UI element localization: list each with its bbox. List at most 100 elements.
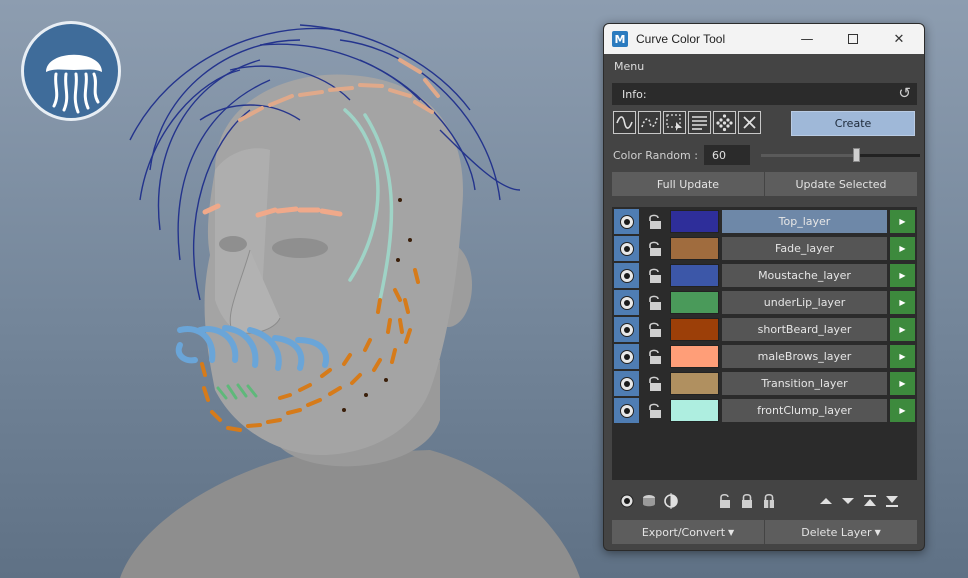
maximize-button[interactable] xyxy=(830,24,876,54)
stack-icon[interactable] xyxy=(640,492,658,510)
eye-icon[interactable] xyxy=(614,317,639,342)
maya-app-icon: M xyxy=(612,31,628,47)
layer-tools-bar xyxy=(612,492,917,512)
layer-color-swatch[interactable] xyxy=(670,372,719,395)
layer-name[interactable]: Fade_layer xyxy=(722,237,887,260)
layer-color-swatch[interactable] xyxy=(670,345,719,368)
unlock-icon[interactable] xyxy=(642,290,667,315)
menu-item-menu[interactable]: Menu xyxy=(614,60,644,73)
layer-name[interactable]: Transition_layer xyxy=(722,372,887,395)
eye-icon[interactable] xyxy=(614,263,639,288)
create-button[interactable]: Create xyxy=(791,111,915,136)
menu-bar: Menu xyxy=(604,54,924,78)
layer-row[interactable]: Fade_layer ▶ xyxy=(614,236,915,261)
eye-pupil xyxy=(619,403,634,418)
chevron-down-icon: ▼ xyxy=(728,527,735,537)
dotted-curve-icon[interactable] xyxy=(638,111,661,134)
eye-pupil xyxy=(619,349,634,364)
export-convert-button[interactable]: Export/Convert ▼ xyxy=(612,520,765,544)
jellyfish-logo-icon xyxy=(21,21,121,121)
layer-name[interactable]: Moustache_layer xyxy=(722,264,887,287)
unlock-icon[interactable] xyxy=(642,209,667,234)
layer-row[interactable]: underLip_layer ▶ xyxy=(614,290,915,315)
play-arrow-icon[interactable]: ▶ xyxy=(890,237,915,260)
play-arrow-icon[interactable]: ▶ xyxy=(890,291,915,314)
lock-split-icon[interactable] xyxy=(760,492,778,510)
eye-icon[interactable] xyxy=(614,209,639,234)
color-random-slider[interactable] xyxy=(761,148,920,162)
layer-name[interactable]: frontClump_layer xyxy=(722,399,887,422)
layer-name[interactable]: shortBeard_layer xyxy=(722,318,887,341)
move-up-icon[interactable] xyxy=(817,492,835,510)
layer-row[interactable]: frontClump_layer ▶ xyxy=(614,398,915,423)
play-arrow-icon[interactable]: ▶ xyxy=(890,372,915,395)
eye-pupil xyxy=(619,322,634,337)
update-selected-button[interactable]: Update Selected xyxy=(765,172,917,196)
color-random-row: Color Random : 60 xyxy=(613,145,920,165)
layer-row[interactable]: maleBrows_layer ▶ xyxy=(614,344,915,369)
layer-color-swatch[interactable] xyxy=(670,291,719,314)
layer-row[interactable]: Moustache_layer ▶ xyxy=(614,263,915,288)
curve-color-tool-window[interactable]: M Curve Color Tool — ✕ Menu Info: ↺ Crea… xyxy=(603,23,925,551)
eye-icon[interactable] xyxy=(618,492,636,510)
eye-pupil xyxy=(619,376,634,391)
eye-pupil xyxy=(619,241,634,256)
move-bottom-icon[interactable] xyxy=(883,492,901,510)
play-arrow-icon[interactable]: ▶ xyxy=(890,399,915,422)
close-button[interactable]: ✕ xyxy=(876,24,922,54)
play-arrow-icon[interactable]: ▶ xyxy=(890,264,915,287)
info-bar: Info: ↺ xyxy=(612,83,917,105)
eye-icon[interactable] xyxy=(614,344,639,369)
unlock-icon[interactable] xyxy=(642,236,667,261)
unlock-icon[interactable] xyxy=(642,317,667,342)
delete-layer-button[interactable]: Delete Layer ▼ xyxy=(765,520,917,544)
half-circle-icon[interactable] xyxy=(662,492,680,510)
cross-icon[interactable] xyxy=(738,111,761,134)
full-update-button[interactable]: Full Update xyxy=(612,172,765,196)
play-arrow-icon[interactable]: ▶ xyxy=(890,210,915,233)
eye-icon[interactable] xyxy=(614,371,639,396)
window-title: Curve Color Tool xyxy=(636,32,726,46)
eye-icon[interactable] xyxy=(614,398,639,423)
slider-handle[interactable] xyxy=(853,148,861,162)
unlock-icon[interactable] xyxy=(642,371,667,396)
play-arrow-icon[interactable]: ▶ xyxy=(890,345,915,368)
update-buttons: Full Update Update Selected xyxy=(612,172,917,196)
unlock-icon[interactable] xyxy=(642,263,667,288)
layer-name[interactable]: maleBrows_layer xyxy=(722,345,887,368)
eye-pupil xyxy=(619,268,634,283)
align-lines-icon[interactable] xyxy=(688,111,711,134)
lock-icon[interactable] xyxy=(738,492,756,510)
delete-layer-label: Delete Layer xyxy=(801,525,872,539)
maximize-icon xyxy=(848,34,858,44)
layer-name[interactable]: underLip_layer xyxy=(722,291,887,314)
eye-icon[interactable] xyxy=(614,290,639,315)
export-convert-label: Export/Convert xyxy=(641,525,726,539)
layer-color-swatch[interactable] xyxy=(670,237,719,260)
color-random-label: Color Random : xyxy=(613,148,698,162)
tool-icon-bar xyxy=(613,111,761,134)
unlock-icon[interactable] xyxy=(716,492,734,510)
minimize-button[interactable]: — xyxy=(784,24,830,54)
eye-icon[interactable] xyxy=(614,236,639,261)
layer-row[interactable]: Transition_layer ▶ xyxy=(614,371,915,396)
move-down-icon[interactable] xyxy=(839,492,857,510)
color-random-input[interactable]: 60 xyxy=(704,145,750,165)
select-box-icon[interactable] xyxy=(663,111,686,134)
move-top-icon[interactable] xyxy=(861,492,879,510)
layer-color-swatch[interactable] xyxy=(670,399,719,422)
unlock-icon[interactable] xyxy=(642,344,667,369)
layer-name[interactable]: Top_layer xyxy=(722,210,887,233)
unlock-icon[interactable] xyxy=(642,398,667,423)
title-bar[interactable]: M Curve Color Tool — ✕ xyxy=(604,24,924,54)
dots-cluster-icon[interactable] xyxy=(713,111,736,134)
layer-color-swatch[interactable] xyxy=(670,318,719,341)
layer-row[interactable]: Top_layer ▶ xyxy=(614,209,915,234)
refresh-icon[interactable]: ↺ xyxy=(898,84,911,102)
layer-color-swatch[interactable] xyxy=(670,210,719,233)
layer-row[interactable]: shortBeard_layer ▶ xyxy=(614,317,915,342)
bottom-actions: Export/Convert ▼ Delete Layer ▼ xyxy=(612,520,917,544)
layer-color-swatch[interactable] xyxy=(670,264,719,287)
play-arrow-icon[interactable]: ▶ xyxy=(890,318,915,341)
wave-curve-icon[interactable] xyxy=(613,111,636,134)
